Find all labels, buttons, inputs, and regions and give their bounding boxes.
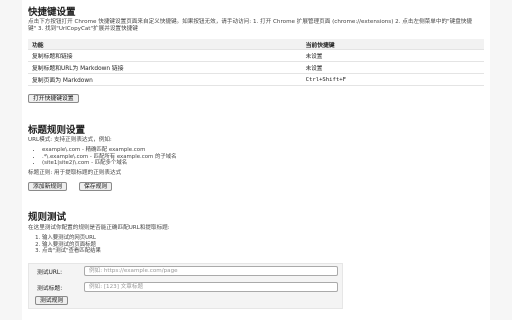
test-steps-list: 输入要测试的网页URL 输入要测试的页面标题 点击"测试"查看匹配结果: [28, 235, 101, 255]
test-url-input[interactable]: 例如: https://example.com/page: [84, 266, 338, 276]
test-title-input[interactable]: 例如: [123] 文章标题: [84, 282, 338, 292]
shortcuts-title: 快捷键设置: [28, 7, 76, 18]
shortcuts-table: 功能 当前快捷键 复制标题和链接 未设置 复制标题和URL为 Markdown …: [28, 39, 484, 86]
shortcut-cell: 未设置: [301, 61, 484, 74]
test-description: 在这里测试你配置的规则是否能正确匹配URL和提取标题:: [28, 225, 170, 231]
test-title: 规则测试: [28, 212, 67, 223]
title-regex-hint: 标题正则: 用于提取标题的正则表达式: [28, 170, 122, 176]
list-item: 点击"测试"查看匹配结果: [42, 248, 101, 255]
test-url-label: 测试URL:: [37, 270, 63, 276]
url-pattern-intro: URL模式: 支持正则表达式，例如:: [28, 137, 112, 143]
table-header-row: 功能 当前快捷键: [28, 39, 484, 50]
table-row: 复制标题和链接 未设置: [28, 49, 484, 62]
shortcut-cell: 未设置: [301, 49, 484, 62]
test-title-label: 测试标题:: [37, 286, 63, 292]
list-item: (site1|site2)\.com - 匹配多个域名: [42, 160, 177, 167]
list-item: 输入要测试的网页URL: [42, 235, 101, 242]
test-form: 测试URL: 例如: https://example.com/page 测试标题…: [28, 263, 343, 309]
table-row: 复制页面为 Markdown Ctrl+Shift+F: [28, 73, 484, 86]
options-page: 快捷键设置 点击下方按钮打开 Chrome 快捷键设置页面来自定义快捷键。如果按…: [22, 0, 490, 320]
function-cell: 复制标题和链接: [28, 49, 302, 62]
pattern-example-list: example\.com - 精确匹配 example.com .*\.exam…: [28, 147, 177, 167]
test-rules-button[interactable]: 测试规则: [35, 296, 69, 305]
shortcut-cell: Ctrl+Shift+F: [301, 73, 484, 86]
save-rules-button[interactable]: 保存规则: [79, 182, 113, 191]
table-row: 复制标题和URL为 Markdown 链接 未设置: [28, 61, 484, 74]
add-rule-button[interactable]: 添加新规则: [28, 182, 67, 191]
function-cell: 复制标题和URL为 Markdown 链接: [28, 61, 302, 74]
function-cell: 复制页面为 Markdown: [28, 73, 302, 86]
rules-title: 标题规则设置: [28, 125, 86, 136]
open-shortcuts-button[interactable]: 打开快捷键设置: [28, 94, 79, 103]
column-header-function: 功能: [28, 39, 302, 50]
column-header-shortcut: 当前快捷键: [301, 39, 484, 50]
shortcuts-description: 点击下方按钮打开 Chrome 快捷键设置页面来自定义快捷键。如果按钮无效，请手…: [28, 19, 472, 33]
list-item: example\.com - 精确匹配 example.com: [42, 147, 177, 154]
